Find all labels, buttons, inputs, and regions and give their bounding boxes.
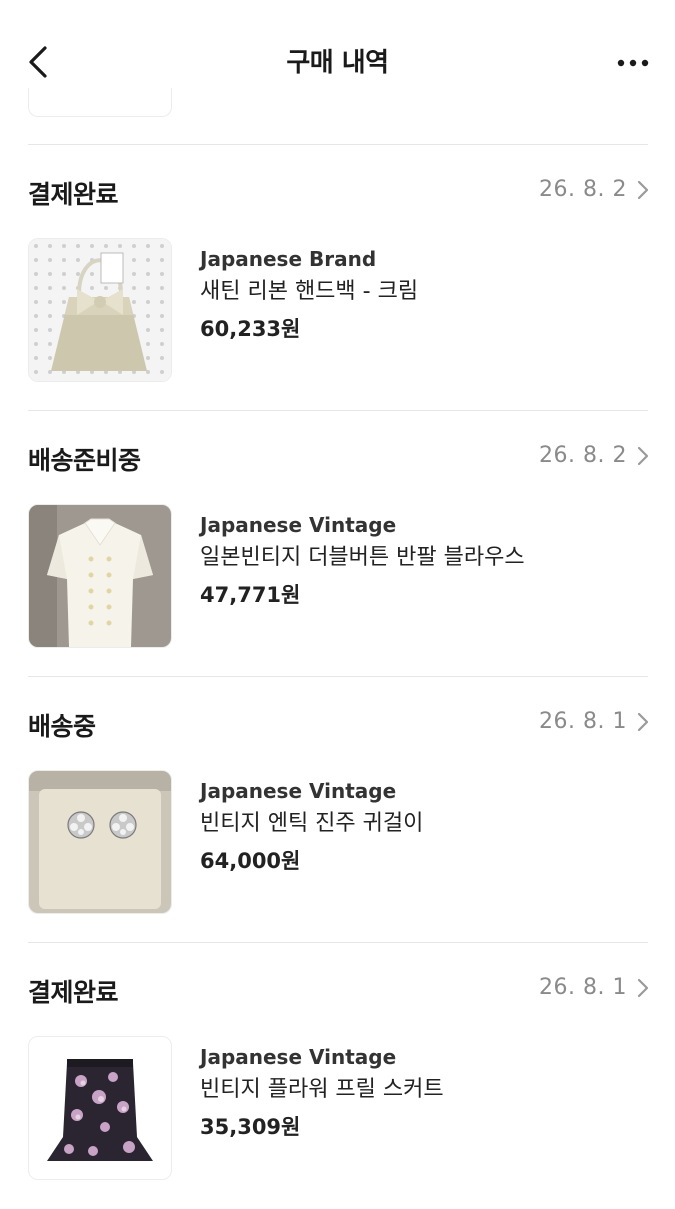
order-status: 배송중 (28, 712, 96, 741)
order-status: 결제완료 (28, 180, 119, 209)
more-options-button[interactable] (613, 48, 653, 78)
brand-name: Japanese Vintage (200, 513, 397, 537)
product-image-skirt[interactable] (28, 1036, 172, 1180)
chevron-right-icon (637, 180, 649, 199)
product-name: 새틴 리본 핸드백 - 크림 (200, 279, 419, 304)
more-horizontal-icon (617, 59, 649, 67)
product-name: 빈티지 엔틱 진주 귀걸이 (200, 811, 424, 836)
product-image-blouse[interactable] (28, 504, 172, 648)
brand-name: Japanese Vintage (200, 779, 397, 803)
product-info[interactable]: Japanese Brand 새틴 리본 핸드백 - 크림 60,233원 (200, 245, 640, 345)
order-date: 26. 8. 1 (539, 709, 627, 734)
order-detail-link[interactable]: 26. 8. 2 (539, 177, 649, 202)
page-title: 구매 내역 (286, 48, 389, 78)
chevron-right-icon (637, 446, 649, 465)
order-date: 26. 8. 1 (539, 975, 627, 1000)
chevron-right-icon (637, 978, 649, 997)
previous-item-thumbnail[interactable] (28, 88, 172, 117)
product-price: 47,771원 (200, 583, 301, 607)
brand-name: Japanese Brand (200, 247, 377, 271)
chevron-right-icon (637, 712, 649, 731)
product-name: 빈티지 플라워 프릴 스커트 (200, 1077, 444, 1102)
product-image-handbag[interactable] (28, 238, 172, 382)
product-info[interactable]: Japanese Vintage 빈티지 플라워 프릴 스커트 35,309원 (200, 1043, 640, 1143)
product-price: 64,000원 (200, 849, 301, 873)
order-item: 배송준비중 26. 8. 2 Japanese Vintage 일본빈티지 더블… (0, 411, 675, 677)
order-item: 결제완료 26. 8. 1 Japanese Vintage 빈티지 플라워 프… (0, 943, 675, 1209)
product-name: 일본빈티지 더블버튼 반팔 블라우스 (200, 545, 525, 570)
product-price: 35,309원 (200, 1115, 301, 1139)
order-date: 26. 8. 2 (539, 177, 627, 202)
product-price: 60,233원 (200, 317, 301, 341)
product-info[interactable]: Japanese Vintage 일본빈티지 더블버튼 반팔 블라우스 47,7… (200, 511, 640, 611)
order-detail-link[interactable]: 26. 8. 1 (539, 709, 649, 734)
product-image-earrings[interactable] (28, 770, 172, 914)
order-item: 결제완료 26. 8. 2 Japanese Brand 새틴 리본 핸드백 - (0, 145, 675, 411)
product-info[interactable]: Japanese Vintage 빈티지 엔틱 진주 귀걸이 64,000원 (200, 777, 640, 877)
order-date: 26. 8. 2 (539, 443, 627, 468)
brand-name: Japanese Vintage (200, 1045, 397, 1069)
order-status: 결제완료 (28, 978, 119, 1007)
order-status: 배송준비중 (28, 446, 141, 475)
order-detail-link[interactable]: 26. 8. 1 (539, 975, 649, 1000)
order-detail-link[interactable]: 26. 8. 2 (539, 443, 649, 468)
order-item: 배송중 26. 8. 1 Japanese Vintage 빈티지 엔틱 진주 … (0, 677, 675, 943)
